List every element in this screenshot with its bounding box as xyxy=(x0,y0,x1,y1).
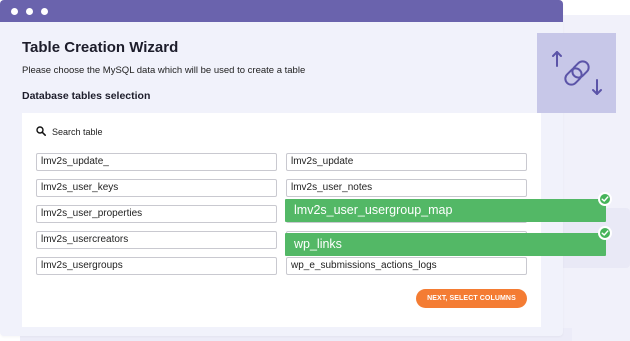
window-dot-icon xyxy=(41,8,48,15)
table-option[interactable]: lmv2s_update xyxy=(286,153,527,171)
table-option[interactable]: lmv2s_usercreators xyxy=(36,231,277,249)
table-option[interactable]: lmv2s_user_keys xyxy=(36,179,277,197)
next-select-columns-button[interactable]: NEXT, SELECT COLUMNS xyxy=(416,289,527,308)
window-dot-icon xyxy=(11,8,18,15)
link-transfer-icon xyxy=(537,33,616,113)
check-icon xyxy=(598,226,612,240)
page-title: Table Creation Wizard xyxy=(22,39,179,56)
search-input[interactable] xyxy=(52,127,252,137)
table-option[interactable]: lmv2s_user_notes xyxy=(286,179,527,197)
window-dot-icon xyxy=(26,8,33,15)
page-description: Please choose the MySQL data which will … xyxy=(22,65,306,76)
selected-table-option[interactable]: wp_links xyxy=(285,233,606,256)
table-option[interactable]: lmv2s_usergroups xyxy=(36,257,277,275)
search-icon xyxy=(36,123,46,141)
table-option[interactable]: wp_e_submissions_actions_logs xyxy=(286,257,527,275)
section-title: Database tables selection xyxy=(22,90,151,102)
window-titlebar xyxy=(0,0,563,22)
check-icon xyxy=(598,192,612,206)
wizard-window: Table Creation Wizard Please choose the … xyxy=(0,0,563,336)
selected-table-option[interactable]: lmv2s_user_usergroup_map xyxy=(285,199,606,222)
search-bar[interactable] xyxy=(36,125,252,139)
table-option[interactable]: lmv2s_update_ xyxy=(36,153,277,171)
table-option[interactable]: lmv2s_user_properties xyxy=(36,205,277,223)
